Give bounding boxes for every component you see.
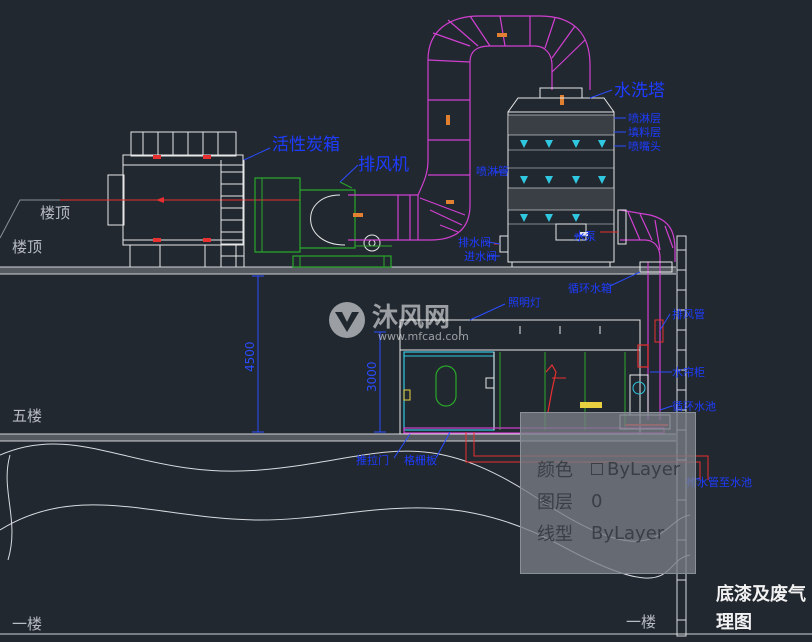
- label-tower-pump: 水泵: [574, 230, 596, 243]
- label-inlet-valve: 进水阀: [464, 249, 497, 263]
- tooltip-layer-value: 0: [591, 490, 603, 512]
- label-water-tank: 循环水箱: [568, 281, 612, 295]
- tooltip-color-value: ByLayer: [607, 458, 681, 480]
- tooltip-linetype-value: ByLayer: [591, 522, 665, 544]
- tooltip-row-linetype: 线型 ByLayer: [537, 517, 695, 549]
- color-swatch-icon: [591, 463, 603, 475]
- break-line-left: [6, 454, 13, 561]
- label-sliding-door: 推拉门: [356, 453, 389, 467]
- tooltip-layer-label: 图层: [537, 492, 573, 513]
- label-tower-anno3: 喷嘴头: [628, 140, 661, 153]
- tooltip-linetype-label: 线型: [537, 524, 573, 545]
- label-drain-valve: 排水阀: [458, 235, 491, 249]
- floor-label-first-left: 一楼: [12, 615, 42, 633]
- tooltip-row-layer: 图层 0: [537, 485, 695, 517]
- floor-label-roof-upper: 楼顶: [40, 204, 70, 222]
- dimension-4500-text: 4500: [243, 341, 257, 372]
- dimension-3000-text: 3000: [365, 361, 379, 392]
- tooltip-color-label: 颜色: [537, 460, 573, 481]
- label-carbon-box: 活性炭箱: [272, 135, 340, 155]
- label-tower-anno2: 填料层: [628, 125, 661, 139]
- floor-label-first-right: 一楼: [626, 613, 656, 631]
- label-exhaust-fan: 排风机: [358, 155, 409, 175]
- label-tower-anno1: 喷淋层: [628, 112, 661, 125]
- drawing-title-line2: 理图: [716, 612, 752, 633]
- floor-label-roof: 楼顶: [12, 238, 42, 256]
- watermark-brand: 沐风网: [372, 303, 450, 333]
- label-spray-pump: 水帘柜: [672, 365, 705, 379]
- exhaust-fan: [254, 177, 392, 268]
- carbon-box: [60, 131, 300, 267]
- tooltip-row-color: 颜色 ByLayer: [537, 453, 695, 485]
- label-grille: 格栅板: [404, 453, 437, 467]
- ladder: [220, 160, 245, 267]
- label-water-tower: 水洗塔: [614, 81, 665, 101]
- spray-booth-lamps: [459, 326, 601, 334]
- floor-label-fifth: 五楼: [12, 407, 42, 425]
- watermark-url: www.mfcad.com: [378, 330, 469, 343]
- watermark-logo: 沐风网 www.mfcad.com: [329, 302, 469, 343]
- label-lamp: 照明灯: [508, 296, 541, 309]
- label-tower-side: 喷淋管: [476, 164, 509, 178]
- property-tooltip: 颜色 ByLayer 图层 0 线型 ByLayer: [520, 412, 696, 574]
- roof-slab: [0, 266, 676, 275]
- drawing-title-line1: 底漆及废气: [716, 583, 806, 605]
- label-exhaust-pipe: 排风管: [672, 307, 705, 321]
